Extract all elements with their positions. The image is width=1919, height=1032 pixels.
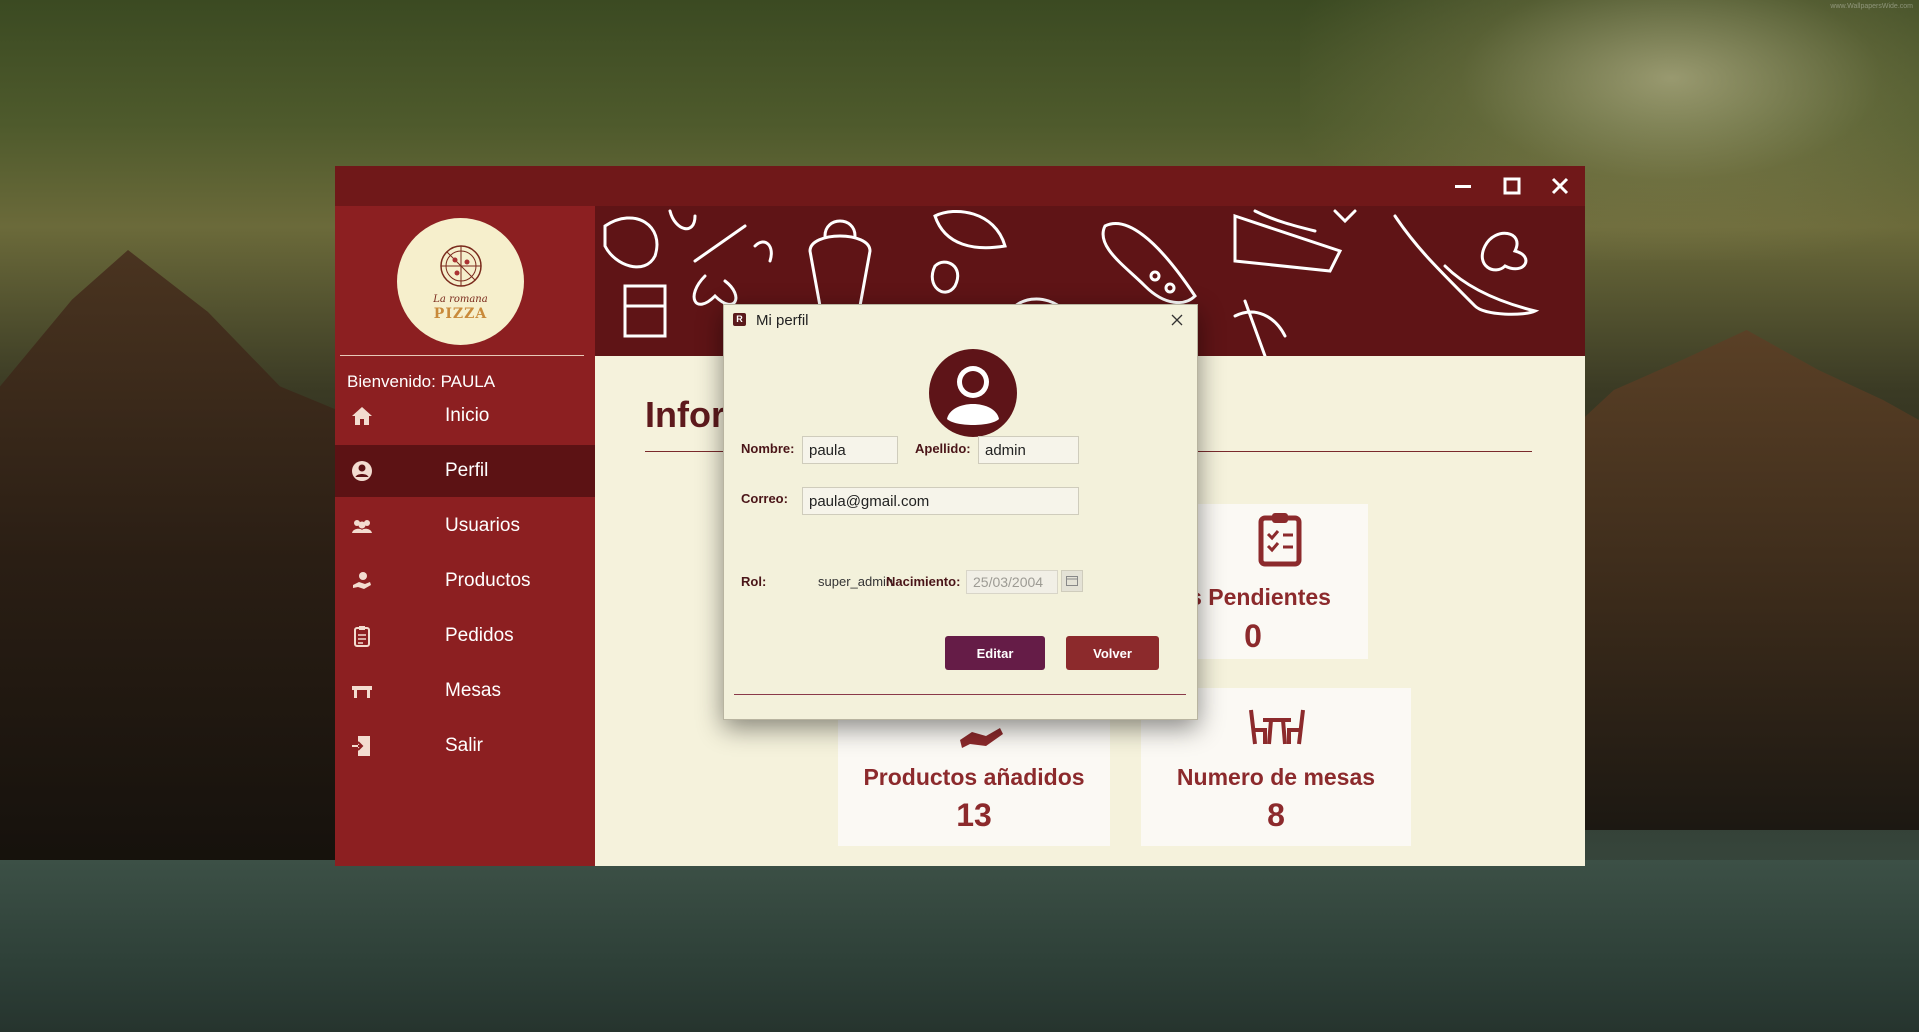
sidebar-item-salir[interactable]: Salir	[335, 720, 595, 772]
pizza-logo: La romana PIZZA	[397, 218, 524, 345]
home-icon	[352, 407, 372, 425]
close-icon	[1551, 177, 1569, 195]
card-value: 13	[956, 797, 992, 833]
nombre-label: Nombre:	[741, 441, 795, 456]
dialog-divider	[734, 694, 1186, 695]
maximize-button[interactable]	[1492, 170, 1532, 202]
logo-text-romana: La romana	[433, 294, 488, 305]
nombre-field[interactable]: paula	[802, 436, 898, 464]
correo-label: Correo:	[741, 491, 788, 506]
sidebar-item-label: Productos	[445, 570, 531, 591]
sidebar: La romana PIZZA Bienvenido: PAULA Inicio…	[335, 206, 595, 866]
logo-text-pizza: PIZZA	[433, 306, 488, 322]
nacimiento-date-field[interactable]: 25/03/2004	[966, 570, 1058, 594]
page-title: Infor	[645, 394, 725, 435]
apellido-label: Apellido:	[915, 441, 971, 456]
profile-avatar-icon	[929, 349, 1017, 437]
maximize-icon	[1503, 177, 1521, 195]
welcome-text: Bienvenido: PAULA	[347, 372, 496, 391]
product-icon	[353, 572, 371, 589]
clipboard-list-icon	[1258, 513, 1302, 567]
dialog-close-button[interactable]	[1162, 308, 1192, 332]
users-icon	[352, 520, 372, 533]
card-value: 8	[1267, 797, 1285, 833]
exit-icon	[352, 736, 370, 756]
sidebar-item-mesas[interactable]: Mesas	[335, 665, 595, 717]
rol-label: Rol:	[741, 574, 767, 589]
close-icon	[1171, 314, 1183, 326]
hand-product-icon	[960, 728, 1003, 748]
apellido-field[interactable]: admin	[978, 436, 1079, 464]
nacimiento-label: Nacimiento:	[886, 574, 961, 589]
sidebar-item-inicio[interactable]: Inicio	[335, 390, 595, 442]
calendar-icon	[1066, 576, 1078, 586]
sidebar-item-label: Perfil	[445, 460, 489, 481]
dialog-title: Mi perfil	[756, 312, 809, 329]
sidebar-item-perfil[interactable]: Perfil	[335, 445, 595, 497]
pizza-icon	[440, 245, 482, 287]
minimize-icon	[1455, 185, 1471, 188]
sidebar-item-label: Usuarios	[445, 515, 520, 536]
sidebar-item-label: Mesas	[445, 680, 501, 701]
window-titlebar	[335, 166, 1585, 206]
sidebar-item-label: Inicio	[445, 405, 490, 426]
card-label: Productos añadidos	[863, 764, 1085, 790]
table-chairs-icon	[1249, 709, 1305, 745]
dialog-titlebar: R Mi perfil	[724, 305, 1197, 335]
app-icon: R	[733, 313, 746, 326]
sidebar-item-label: Pedidos	[445, 625, 514, 646]
desktop-mountain-right	[1560, 330, 1919, 830]
card-label: Numero de mesas	[1176, 764, 1376, 790]
sidebar-item-label: Salir	[445, 735, 484, 756]
back-button[interactable]: Volver	[1066, 636, 1159, 670]
calendar-button[interactable]	[1061, 570, 1083, 592]
wallpaper-watermark: www.WallpapersWide.com	[1830, 3, 1913, 10]
clipboard-icon	[354, 626, 370, 647]
edit-button[interactable]: Editar	[945, 636, 1045, 670]
profile-dialog: R Mi perfil Nombre: paula Apellido: admi…	[723, 304, 1198, 720]
sidebar-item-usuarios[interactable]: Usuarios	[335, 500, 595, 552]
sidebar-item-pedidos[interactable]: Pedidos	[335, 610, 595, 662]
user-icon	[352, 461, 372, 481]
close-button[interactable]	[1540, 170, 1580, 202]
sidebar-divider	[340, 355, 584, 356]
correo-field[interactable]: paula@gmail.com	[802, 487, 1079, 515]
table-icon	[352, 686, 372, 698]
desktop-water	[0, 860, 1919, 1032]
rol-value: super_admin	[818, 574, 894, 589]
minimize-button[interactable]	[1443, 170, 1483, 202]
sidebar-item-productos[interactable]: Productos	[335, 555, 595, 607]
